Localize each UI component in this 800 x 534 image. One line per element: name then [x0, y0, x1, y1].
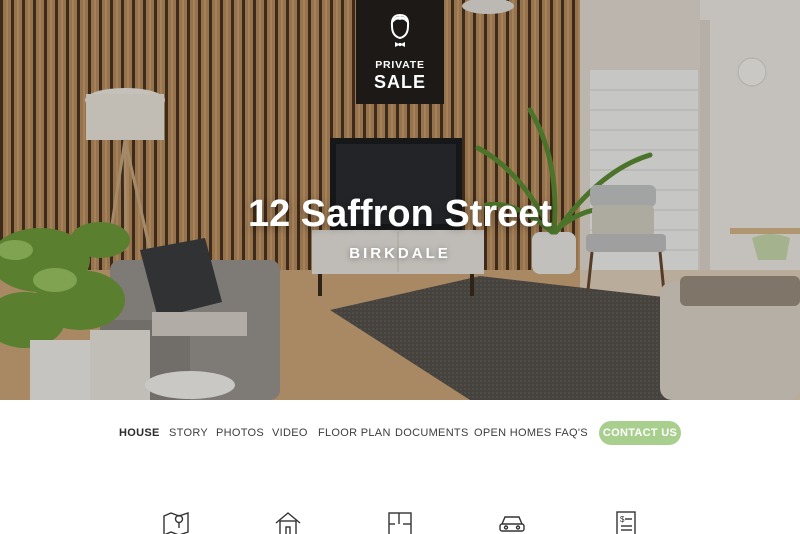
nav-photos[interactable]: PHOTOS [216, 427, 264, 439]
contact-us-button[interactable]: CONTACT US [599, 421, 681, 445]
map-location-icon[interactable] [162, 510, 190, 534]
nav-open-homes[interactable]: OPEN HOMES [474, 427, 552, 439]
nav-documents[interactable]: DOCUMENTS [395, 427, 469, 439]
nav-house[interactable]: HOUSE [119, 427, 160, 439]
feature-icons-row: $ [0, 466, 800, 534]
car-icon[interactable] [498, 510, 526, 534]
svg-text:$: $ [620, 515, 625, 524]
price-document-icon[interactable]: $ [612, 510, 640, 534]
person-bowtie-icon [390, 13, 410, 47]
property-suburb: BIRKDALE [349, 245, 451, 262]
main-nav: HOUSE STORY PHOTOS VIDEO FLOOR PLAN DOCU… [0, 400, 800, 466]
nav-story[interactable]: STORY [169, 427, 208, 439]
property-title: 12 Saffron Street [247, 193, 553, 235]
house-icon[interactable] [274, 510, 302, 534]
floor-plan-icon[interactable] [386, 510, 414, 534]
nav-video[interactable]: VIDEO [272, 427, 308, 439]
nav-floor-plan[interactable]: FLOOR PLAN [318, 427, 391, 439]
nav-faqs[interactable]: FAQ'S [555, 427, 588, 439]
private-sale-badge: PRIVATE SALE [356, 0, 444, 104]
badge-label-bottom: SALE [373, 72, 426, 92]
badge-label-top: PRIVATE [375, 59, 425, 71]
hero-banner: PRIVATE SALE 12 Saffron Street BIRKDALE [0, 0, 800, 400]
